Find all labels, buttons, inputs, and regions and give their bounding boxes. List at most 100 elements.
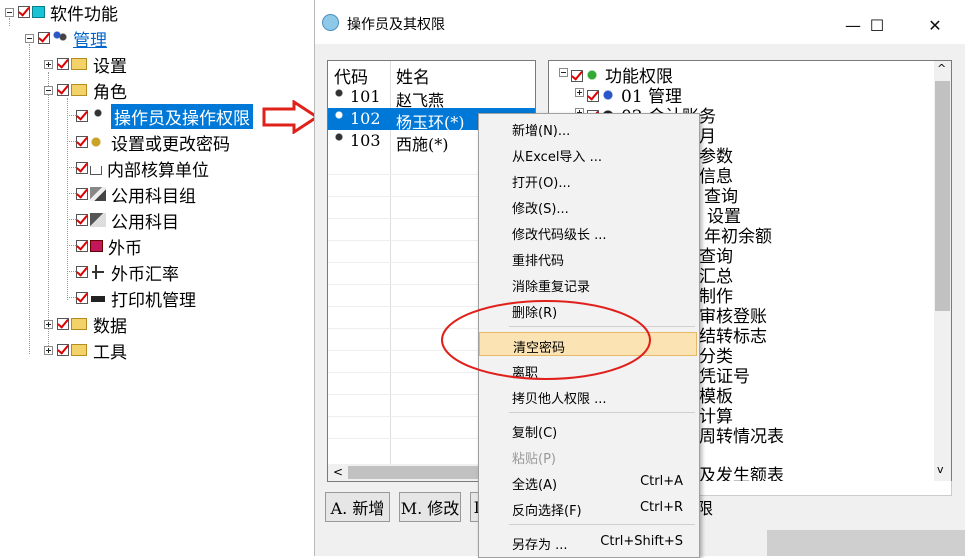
user-icon (332, 133, 346, 147)
menu-item-code-length[interactable]: 修改代码级长 ... (479, 220, 697, 244)
tree-connector (67, 271, 76, 272)
expand-permission-icon[interactable] (575, 88, 584, 97)
context-menu: 新增(N)... 从Excel导入 ... 打开(O)... 修改(S)... … (478, 113, 700, 558)
modify-button[interactable]: M. 修改 (399, 492, 461, 522)
menu-item-dedupe[interactable]: 消除重复记录 (479, 272, 697, 296)
table-row[interactable]: 101 赵飞燕 (328, 86, 535, 110)
menu-item-new[interactable]: 新增(N)... (479, 116, 697, 140)
menu-item-open[interactable]: 打开(O)... (479, 168, 697, 192)
collapse-role-icon[interactable] (44, 86, 53, 95)
folder-open-icon (71, 84, 87, 96)
collapse-permission-icon[interactable] (559, 68, 568, 77)
exchange-icon (90, 265, 106, 279)
tree-node-operator-perm[interactable]: 操作员及操作权限 (76, 103, 253, 129)
checkbox-icon[interactable] (587, 90, 599, 102)
tree-connector (29, 44, 30, 354)
permission-item[interactable]: 周转情况表 (699, 422, 784, 447)
software-icon (32, 6, 45, 18)
tree-node-fx-rate[interactable]: 外币汇率 (76, 260, 179, 285)
menu-item-resign[interactable]: 离职 (479, 358, 697, 382)
expand-tools-icon[interactable] (44, 346, 53, 355)
checkbox-icon[interactable] (76, 136, 88, 148)
checkbox-icon[interactable] (571, 70, 583, 82)
tree-node-subject-group[interactable]: 公用科目组 (76, 182, 196, 207)
scroll-down-icon[interactable]: v (937, 463, 944, 476)
expand-settings-icon[interactable] (44, 60, 53, 69)
checkbox-icon[interactable] (76, 240, 88, 252)
folder-icon (71, 318, 87, 330)
menu-separator (509, 412, 695, 413)
tree-connector (67, 167, 76, 168)
checkbox-icon[interactable] (76, 214, 88, 226)
menu-item-select-all[interactable]: 全选(A) Ctrl+A (479, 470, 697, 494)
operator-icon (90, 109, 106, 123)
maximize-button[interactable]: ☐ (863, 10, 891, 40)
tree-connector (67, 98, 68, 300)
status-area (767, 530, 965, 556)
tree-node-password[interactable]: 设置或更改密码 (76, 130, 230, 155)
checkbox-icon[interactable] (76, 292, 88, 304)
user-icon (332, 89, 346, 103)
permission-item[interactable]: 及发生额表 (699, 461, 784, 481)
close-button[interactable]: ✕ (915, 10, 955, 40)
add-button[interactable]: A. 新增 (325, 492, 390, 522)
title-bar[interactable]: 操作员及其权限 — ☐ ✕ (315, 0, 965, 44)
tree-node-tools[interactable]: 工具 (57, 338, 127, 363)
menu-item-clear-password[interactable]: 清空密码 (479, 332, 697, 356)
menu-item-save-as[interactable]: 另存为 ... Ctrl+Shift+S (479, 530, 697, 554)
app-icon (322, 14, 339, 31)
column-header-name[interactable]: 姓名 (396, 63, 430, 88)
checkbox-icon[interactable] (38, 32, 50, 44)
dialog-title: 操作员及其权限 (347, 17, 445, 33)
checkbox-icon[interactable] (76, 266, 88, 278)
tree-connector (67, 219, 76, 220)
checkbox-icon[interactable] (18, 6, 30, 18)
users-icon (585, 70, 599, 82)
checkbox-icon[interactable] (57, 318, 69, 330)
expand-data-icon[interactable] (44, 320, 53, 329)
folder-icon (71, 58, 87, 70)
vertical-scrollbar[interactable]: ^ v (934, 61, 951, 481)
collapse-mgmt-icon[interactable] (25, 34, 34, 43)
menu-item-delete[interactable]: 删除(R) (479, 298, 697, 322)
scroll-left-icon[interactable]: < (333, 465, 343, 479)
tree-node-data[interactable]: 数据 (57, 312, 127, 337)
tree-node-settings[interactable]: 设置 (57, 52, 127, 77)
menu-item-copy-permissions[interactable]: 拷贝他人权限 ... (479, 384, 697, 408)
tree-connector (67, 193, 76, 194)
tree-connector (48, 72, 49, 354)
checkbox-icon[interactable] (76, 162, 88, 174)
tree-node-root[interactable]: 软件功能 (18, 0, 118, 25)
checkbox-icon[interactable] (57, 58, 69, 70)
tree-node-internal-unit[interactable]: 内部核算单位 (76, 156, 209, 181)
book-icon (90, 213, 106, 227)
tree-node-currency[interactable]: 外币 (76, 234, 142, 259)
menu-item-paste[interactable]: 粘贴(P) (479, 444, 697, 468)
scroll-thumb[interactable] (935, 81, 950, 311)
folder-icon (71, 344, 87, 356)
scroll-up-icon[interactable]: ^ (937, 62, 946, 75)
scroll-thumb[interactable] (348, 466, 478, 479)
key-icon (90, 135, 106, 149)
tree-connector (67, 115, 76, 116)
tree-connector (67, 297, 76, 298)
tree-node-printer[interactable]: 打印机管理 (76, 286, 196, 311)
menu-item-invert-selection[interactable]: 反向选择(F) Ctrl+R (479, 496, 697, 520)
column-header-code[interactable]: 代码 (334, 63, 368, 88)
tree-connector (67, 141, 76, 142)
checkbox-icon[interactable] (76, 110, 88, 122)
checkbox-icon[interactable] (76, 188, 88, 200)
users-icon (52, 31, 68, 45)
tree-connector (9, 18, 10, 26)
checkbox-icon[interactable] (57, 84, 69, 96)
tree-node-subject[interactable]: 公用科目 (76, 208, 179, 233)
tree-node-mgmt[interactable]: 管理 (38, 26, 107, 51)
menu-item-import-excel[interactable]: 从Excel导入 ... (479, 142, 697, 166)
collapse-root-icon[interactable] (5, 8, 14, 17)
menu-item-copy[interactable]: 复制(C) (479, 418, 697, 442)
menu-item-modify[interactable]: 修改(S)... (479, 194, 697, 218)
tree-connector (67, 245, 76, 246)
checkbox-icon[interactable] (57, 344, 69, 356)
menu-item-reorder[interactable]: 重排代码 (479, 246, 697, 270)
tree-node-role[interactable]: 角色 (57, 78, 127, 103)
